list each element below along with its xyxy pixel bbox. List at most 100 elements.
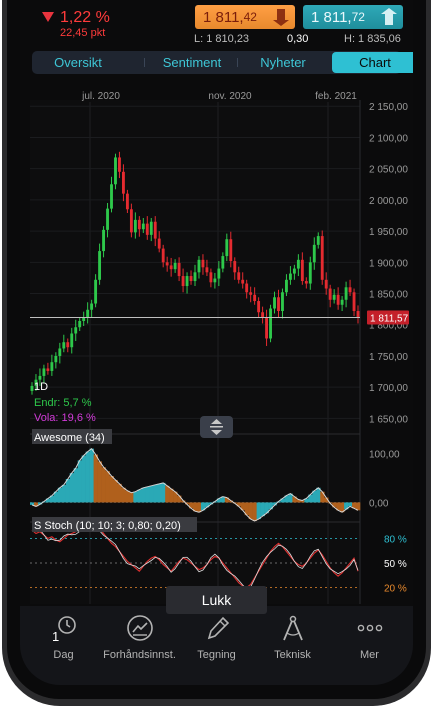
candle-body [249, 292, 253, 295]
awesome-bar [145, 486, 150, 503]
candle-body [213, 278, 217, 283]
tab-divider [144, 58, 145, 67]
candle-body [66, 342, 70, 348]
candle-body [141, 223, 145, 230]
day-low: L: 1 810,23 [194, 33, 250, 45]
candle-body [98, 251, 102, 280]
candle-body [316, 236, 320, 245]
awesome-bar [252, 502, 257, 522]
nav-teknisk[interactable]: Teknisk [255, 610, 330, 661]
tab-chart[interactable]: Chart [332, 52, 413, 73]
buy-price-int: 1 811, [311, 8, 352, 26]
awesome-bar [177, 495, 182, 503]
candle-body [304, 281, 308, 284]
awesome-bar [153, 484, 158, 503]
awesome-bar [137, 489, 142, 503]
tab-oversikt[interactable]: Oversikt [32, 51, 124, 74]
y-tick-label: 2 050,00 [369, 165, 408, 176]
candle-body [161, 248, 165, 263]
candle-body [201, 259, 205, 268]
candle-body [209, 272, 213, 283]
candle-body [129, 209, 133, 233]
nav-tegning[interactable]: Tegning [179, 610, 254, 661]
candle-body [70, 333, 74, 348]
awesome-bar [105, 471, 110, 503]
awesome-bar [73, 468, 79, 503]
candle-body [94, 279, 98, 304]
tab-sentiment[interactable]: Sentiment [146, 51, 238, 74]
awesome-bar [157, 483, 162, 503]
candle-body [62, 342, 66, 349]
nav-teknisk-label: Teknisk [274, 649, 311, 661]
candle-body [54, 355, 58, 363]
awesome-bar [260, 502, 265, 517]
candle-body [50, 362, 54, 371]
candle-body [324, 279, 328, 289]
candle-body [118, 157, 121, 172]
nav-dag[interactable]: 1 Dag [26, 610, 101, 661]
close-panel-button[interactable]: Lukk [166, 586, 267, 614]
candle-body [58, 348, 62, 356]
y-tick-label: 2 100,00 [369, 133, 408, 144]
awesome-bar [125, 490, 130, 503]
candle-body [281, 292, 284, 312]
day-high: H: 1 835,06 [344, 33, 401, 45]
interval-label: 1D [34, 381, 48, 393]
nav-mer[interactable]: Mer [332, 610, 407, 661]
candle-body [308, 262, 312, 284]
awesome-bar [129, 492, 134, 503]
candle-body [110, 184, 113, 209]
candle-body [328, 288, 332, 300]
app-screen: 1,22 % 22,45 pkt 1 811, 42 1 811, 72 L: 1 … [20, 0, 413, 685]
candle-body [300, 259, 304, 282]
tab-nyheter[interactable]: Nyheter [237, 51, 329, 74]
awesome-bar [121, 487, 126, 503]
buy-price-button[interactable]: 1 811, 72 [303, 5, 403, 29]
volatility-label: Vola: 19,6 % [34, 412, 96, 424]
nav-dag-badge: 1 [52, 629, 59, 642]
awesome-bar [117, 483, 122, 503]
awesome-bar [161, 482, 166, 503]
price-chart[interactable]: 2 150,00 2 100,00 2 050,00 2 000,00 1 950,00… [20, 84, 413, 606]
down-arrow-icon [42, 12, 54, 22]
candle-body [165, 262, 169, 266]
arrow-up-icon [381, 8, 397, 25]
spread: 0,30 [287, 33, 309, 45]
awesome-bar [165, 485, 170, 503]
panel-resize-handle[interactable] [200, 416, 233, 438]
candle-body [288, 273, 292, 280]
candle-body [241, 279, 245, 284]
chart-preset-icon [126, 615, 153, 641]
candle-body [157, 238, 161, 249]
tab-bar: Oversikt Sentiment Nyheter Chart [32, 51, 413, 74]
current-price-label: 1 811,57 [370, 314, 409, 325]
candle-body [292, 268, 296, 274]
awesome-bar [113, 479, 118, 503]
sell-price-button[interactable]: 1 811, 42 [195, 5, 295, 29]
candle-body [205, 267, 209, 273]
candle-body [153, 221, 157, 239]
clock-icon: 1 [52, 616, 76, 644]
nav-forhandsinnst-label: Forhåndsinnst. [103, 649, 176, 661]
nav-mer-label: Mer [360, 649, 379, 661]
stoch-y-tick: 20 % [384, 584, 407, 595]
nav-forhandsinnst[interactable]: Forhåndsinnst. [102, 610, 177, 661]
awesome-bar [81, 455, 86, 503]
sell-price-int: 1 811, [203, 8, 244, 26]
awesome-bar [65, 478, 71, 503]
candle-body [46, 368, 50, 371]
candle-body [86, 309, 90, 318]
awesome-bar [169, 488, 174, 503]
candle-body [312, 244, 316, 263]
awesome-bar [57, 487, 63, 503]
candle-body [78, 321, 82, 328]
y-tick-label: 1 900,00 [369, 258, 408, 269]
candle-body [320, 236, 324, 280]
candle-body [296, 259, 300, 269]
awesome-bar [256, 502, 261, 520]
awesome-bar [89, 448, 94, 503]
candle-body [237, 272, 241, 280]
stoch-y-tick: 80 % [384, 534, 407, 545]
candle-body [277, 297, 280, 312]
awesome-bar [141, 487, 146, 503]
